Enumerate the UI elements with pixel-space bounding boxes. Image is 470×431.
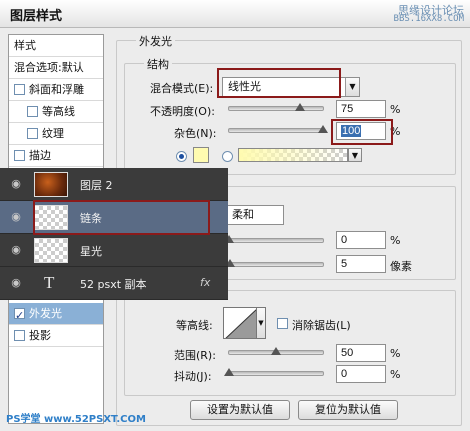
eye-icon[interactable]: ◉ — [8, 211, 24, 223]
percent-sign: % — [390, 234, 401, 247]
contour-preview[interactable] — [223, 307, 257, 339]
size-slider[interactable] — [225, 259, 324, 267]
texture-checkbox[interactable] — [27, 128, 38, 139]
style-list-item-blending-options[interactable]: 混合选项:默认 — [9, 57, 103, 79]
opacity-label: 不透明度(O): — [150, 105, 215, 118]
style-list-item-stroke[interactable]: 描边 — [9, 145, 103, 167]
noise-label: 杂色(N): — [174, 127, 217, 140]
layer-name: 星光 — [80, 245, 102, 258]
gradient-radio[interactable] — [222, 151, 233, 162]
style-list-item-contour[interactable]: 等高线 — [9, 101, 103, 123]
style-list-item-bevel-emboss[interactable]: 斜面和浮雕 — [9, 79, 103, 101]
range-slider[interactable] — [228, 347, 324, 355]
style-item-label: 纹理 — [42, 127, 64, 140]
noise-slider[interactable] — [228, 125, 328, 133]
chevron-down-icon[interactable]: ▼ — [256, 307, 266, 339]
style-item-label: 等高线 — [42, 105, 75, 118]
opacity-input[interactable]: 75 — [336, 100, 386, 118]
contour-checkbox[interactable] — [27, 106, 38, 117]
solid-color-radio[interactable] — [176, 151, 187, 162]
eye-icon[interactable]: ◉ — [8, 244, 24, 256]
layer-name: 52 psxt 副本 — [80, 278, 147, 291]
highlight-box — [33, 200, 210, 235]
layer-thumbnail — [34, 238, 68, 263]
set-default-button[interactable]: 设置为默认值 — [190, 400, 290, 420]
chevron-down-icon[interactable]: ▼ — [348, 148, 362, 162]
layer-row-image[interactable]: ◉ 图层 2 — [0, 168, 228, 201]
style-item-label: 混合选项:默认 — [14, 61, 84, 74]
spread-slider[interactable] — [224, 235, 324, 243]
blend-mode-label: 混合模式(E): — [150, 82, 214, 95]
percent-sign: % — [390, 347, 401, 360]
percent-sign: % — [390, 103, 401, 116]
glow-color-swatch[interactable] — [193, 147, 209, 163]
anti-alias-checkbox[interactable] — [277, 318, 288, 329]
contour-label: 等高线: — [176, 319, 213, 332]
text-layer-icon: T — [44, 273, 55, 292]
size-unit: 像素 — [390, 260, 412, 273]
drop-shadow-checkbox[interactable] — [14, 330, 25, 341]
outer-glow-checkbox[interactable] — [14, 305, 25, 324]
style-list-item-styles[interactable]: 样式 — [9, 35, 103, 57]
structure-title: 结构 — [144, 56, 172, 72]
highlight-box — [217, 68, 341, 98]
outer-glow-title: 外发光 — [136, 33, 175, 49]
style-item-label: 描边 — [29, 149, 51, 162]
opacity-slider-thumb[interactable] — [294, 103, 305, 111]
stroke-checkbox[interactable] — [14, 150, 25, 161]
contour-curve-icon — [225, 309, 256, 338]
style-list-item-drop-shadow[interactable]: 投影 — [9, 325, 103, 347]
style-list-item-outer-glow[interactable]: 外发光 — [9, 303, 103, 325]
jitter-slider-thumb[interactable] — [224, 368, 234, 376]
style-list-item-texture[interactable]: 纹理 — [9, 123, 103, 145]
noise-slider-thumb[interactable] — [318, 125, 328, 133]
jitter-label: 抖动(J): — [174, 370, 212, 383]
bevel-emboss-checkbox[interactable] — [14, 84, 25, 95]
style-item-label: 斜面和浮雕 — [29, 83, 84, 96]
anti-alias-label: 消除锯齿(L) — [292, 319, 351, 332]
style-item-label: 外发光 — [29, 307, 62, 320]
style-item-label: 样式 — [14, 39, 36, 52]
range-slider-thumb[interactable] — [271, 347, 281, 355]
layer-name: 图层 2 — [80, 179, 113, 192]
eye-icon[interactable]: ◉ — [8, 178, 24, 190]
layer-row-stars[interactable]: ◉ 星光 — [0, 234, 228, 267]
bottom-watermark: PS学堂 www.52PSXT.COM — [6, 414, 146, 425]
chevron-down-icon: ▼ — [345, 78, 359, 96]
fx-icon[interactable]: fx — [200, 276, 210, 289]
layer-thumbnail — [34, 172, 68, 197]
opacity-slider[interactable] — [228, 103, 324, 111]
reset-default-button[interactable]: 复位为默认值 — [298, 400, 398, 420]
size-input[interactable]: 5 — [336, 255, 386, 273]
title-bar: 图层样式 思缘设计论坛 BBS.16XX8.COM — [0, 0, 470, 28]
jitter-slider[interactable] — [224, 368, 324, 376]
jitter-input[interactable]: 0 — [336, 365, 386, 383]
range-input[interactable]: 50 — [336, 344, 386, 362]
window-title: 图层样式 — [10, 9, 63, 24]
eye-icon[interactable]: ◉ — [8, 277, 24, 289]
style-item-label: 投影 — [29, 329, 51, 342]
layer-row-text[interactable]: ◉ T 52 psxt 副本 fx — [0, 267, 228, 300]
technique-value: 柔和 — [232, 208, 254, 221]
highlight-box — [331, 119, 393, 145]
technique-select[interactable]: 柔和 — [226, 205, 284, 225]
percent-sign: % — [390, 368, 401, 381]
range-label: 范围(R): — [174, 349, 216, 362]
spread-input[interactable]: 0 — [336, 231, 386, 249]
gradient-preview[interactable] — [238, 148, 348, 162]
watermark-url: BBS.16XX8.COM — [393, 14, 464, 24]
